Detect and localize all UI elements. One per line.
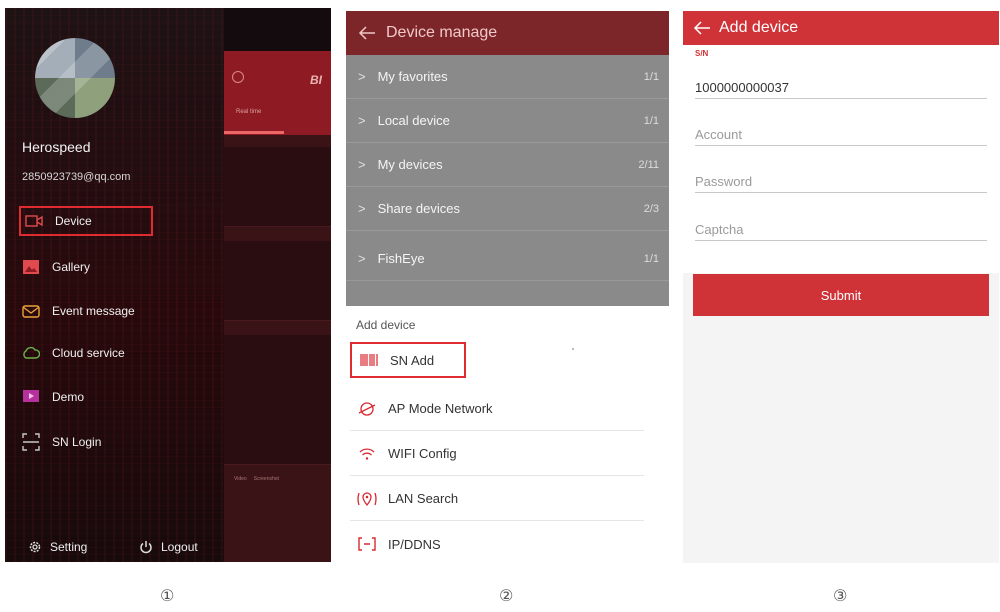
scan-icon xyxy=(22,433,40,451)
menu-item-label: Cloud service xyxy=(52,346,125,360)
lan-search-option[interactable]: LAN Search xyxy=(350,477,644,521)
camera-view xyxy=(224,335,331,465)
menu-item-gallery[interactable]: Gallery xyxy=(22,252,90,282)
real-time-tab: Real time xyxy=(236,109,262,115)
list-item-fisheye[interactable]: > FishEye 1/1 xyxy=(346,237,669,281)
group-label: My devices xyxy=(377,157,443,172)
device-manage-screen: Device manage > My favorites 1/1 > Local… xyxy=(346,11,669,564)
group-label: FishEye xyxy=(377,251,425,266)
power-icon xyxy=(140,541,152,554)
menu-item-label: Demo xyxy=(52,390,85,404)
device-group-list: > My favorites 1/1 > Local device 1/1 > … xyxy=(346,55,669,306)
group-count: 1/1 xyxy=(643,252,659,265)
group-label: My favorites xyxy=(377,69,448,84)
group-count: 2/3 xyxy=(643,202,659,215)
sn-add-option[interactable]: SN Add xyxy=(350,342,466,378)
step-caption-2: ② xyxy=(499,586,514,605)
demo-icon xyxy=(23,390,39,402)
background-toolbar: Video Screenshot xyxy=(234,476,279,482)
back-arrow-icon[interactable] xyxy=(358,26,376,40)
camera-icon xyxy=(25,215,43,227)
password-field[interactable] xyxy=(695,171,987,193)
option-label: WIFI Config xyxy=(388,446,457,461)
camera-view xyxy=(224,147,331,227)
sn-field-label: S/N xyxy=(695,49,709,58)
account-field[interactable] xyxy=(695,124,987,146)
list-item-share-devices[interactable]: > Share devices 2/3 xyxy=(346,187,669,231)
option-label: AP Mode Network xyxy=(388,401,493,416)
page-title: Add device xyxy=(719,19,799,36)
setting-label: Setting xyxy=(50,540,88,554)
network-icon xyxy=(356,401,378,417)
menu-item-label: Event message xyxy=(52,304,135,318)
add-device-section-title: Add device xyxy=(356,318,416,332)
screenshot-tab-label: Screenshot xyxy=(253,476,279,482)
app-header: Add device xyxy=(683,11,999,45)
app-logo: BI xyxy=(310,73,322,87)
menu-item-label: SN Login xyxy=(52,435,102,449)
divider-dot xyxy=(572,348,574,350)
wifi-config-option[interactable]: WIFI Config xyxy=(350,432,644,476)
avatar[interactable] xyxy=(35,38,115,118)
logout-label: Logout xyxy=(161,540,198,554)
group-label: Local device xyxy=(377,113,450,128)
location-search-icon xyxy=(356,491,378,507)
chevron-right-icon: > xyxy=(358,69,366,84)
menu-item-cloud-service[interactable]: Cloud service xyxy=(22,338,125,368)
menu-item-demo[interactable]: Demo xyxy=(22,382,84,412)
ap-mode-network-option[interactable]: AP Mode Network xyxy=(350,387,644,431)
option-label: IP/DDNS xyxy=(388,536,441,552)
chevron-right-icon: > xyxy=(358,157,366,172)
logout-button[interactable]: Logout xyxy=(139,540,198,554)
side-drawer-screen: BI Real time Video Screenshot Herospeed … xyxy=(5,8,331,562)
group-label: Share devices xyxy=(377,201,460,216)
tab-underline xyxy=(224,131,284,134)
cloud-icon xyxy=(23,346,40,359)
group-count: 1/1 xyxy=(643,70,659,83)
list-item-my-favorites[interactable]: > My favorites 1/1 xyxy=(346,55,669,99)
menu-item-label: Device xyxy=(55,214,92,228)
option-label: LAN Search xyxy=(388,491,459,506)
chevron-right-icon: > xyxy=(358,251,366,266)
list-item-my-devices[interactable]: > My devices 2/11 xyxy=(346,143,669,187)
app-header: Device manage xyxy=(346,11,669,55)
option-label: SN Add xyxy=(390,352,435,368)
list-item-local-device[interactable]: > Local device 1/1 xyxy=(346,99,669,143)
step-caption-1: ① xyxy=(160,586,175,605)
gear-icon xyxy=(29,541,41,553)
group-count: 2/11 xyxy=(638,158,659,171)
user-email: 2850923739@qq.com xyxy=(22,171,131,183)
menu-item-label: Gallery xyxy=(52,260,91,274)
captcha-field[interactable] xyxy=(695,219,987,241)
menu-item-device[interactable]: Device xyxy=(19,206,153,236)
message-icon xyxy=(22,305,40,318)
sn-field[interactable] xyxy=(695,77,987,99)
ip-ddns-option[interactable]: IP/DDNS xyxy=(350,522,644,564)
background-app-header: BI Real time xyxy=(224,51,331,135)
ip-icon xyxy=(356,537,378,551)
add-device-screen: Add device S/N Submit xyxy=(683,11,999,563)
menu-item-event-message[interactable]: Event message xyxy=(22,296,135,326)
group-count: 1/1 xyxy=(643,114,659,127)
background-app-view: BI Real time Video Screenshot xyxy=(224,51,331,562)
camera-view xyxy=(224,241,331,321)
gallery-icon xyxy=(23,260,39,274)
barcode-icon xyxy=(358,353,380,367)
menu-item-sn-login[interactable]: SN Login xyxy=(22,427,101,457)
back-arrow-icon[interactable] xyxy=(693,21,711,35)
wifi-icon xyxy=(356,446,378,462)
page-title: Device manage xyxy=(386,24,498,41)
chevron-right-icon: > xyxy=(358,201,366,216)
submit-button[interactable]: Submit xyxy=(693,274,989,316)
username: Herospeed xyxy=(22,139,91,155)
setting-button[interactable]: Setting xyxy=(28,540,87,554)
chevron-right-icon: > xyxy=(358,113,366,128)
user-icon xyxy=(232,71,244,83)
step-caption-3: ③ xyxy=(833,586,848,605)
video-tab-label: Video xyxy=(234,476,247,482)
